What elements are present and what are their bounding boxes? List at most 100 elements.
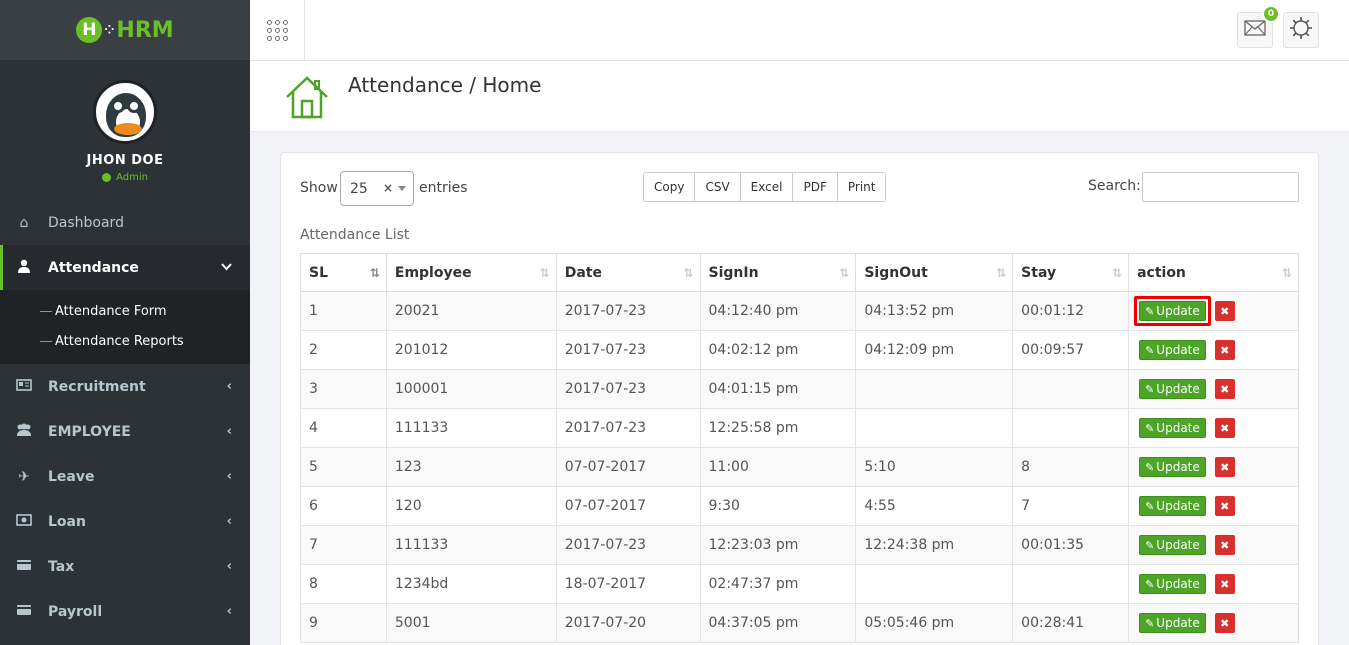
update-button[interactable]: ✎ Update <box>1139 613 1206 633</box>
sidebar-item-tax[interactable]: Tax ‹ <box>0 544 250 589</box>
sidebar-item-label: Loan <box>48 513 86 530</box>
settings-button[interactable] <box>1283 12 1319 48</box>
sidebar-item-payroll[interactable]: Payroll ‹ <box>0 589 250 634</box>
update-button[interactable]: ✎ Update <box>1139 496 1206 516</box>
update-button[interactable]: ✎ Update <box>1139 457 1206 477</box>
cell-signin: 9:30 <box>699 486 857 526</box>
column-header-sl[interactable]: SL ⇅ <box>300 253 387 292</box>
sidebar-item-label: Attendance <box>48 259 139 276</box>
update-button[interactable]: ✎ Update <box>1139 535 1206 555</box>
delete-button[interactable]: ✖ <box>1214 496 1235 516</box>
cell-sl: 7 <box>300 525 387 565</box>
column-header-signout[interactable]: SignOut ⇅ <box>855 253 1014 292</box>
cell-signin: 04:37:05 pm <box>699 603 857 643</box>
submenu-item-attendance-form[interactable]: Attendance Form <box>0 296 250 326</box>
sidebar-item-leave[interactable]: ✈ Leave ‹ <box>0 454 250 499</box>
update-button[interactable]: ✎ Update <box>1139 574 1206 594</box>
app-logo[interactable]: H ⁘ HRM <box>76 17 174 43</box>
cell-employee: 1234bd <box>385 564 557 604</box>
sort-icon: ⇅ <box>539 266 550 280</box>
attendance-table: SL ⇅ Employee ⇅ Date ⇅ SignIn ⇅ SignOut ⇅ Sta… <box>300 253 1299 643</box>
cell-signin: 02:47:37 pm <box>699 564 857 604</box>
delete-button[interactable]: ✖ <box>1214 301 1235 321</box>
update-button[interactable]: ✎ Update <box>1139 301 1206 321</box>
update-label: Update <box>1156 304 1200 318</box>
pencil-icon: ✎ <box>1145 499 1155 513</box>
attendance-submenu: Attendance Form Attendance Reports <box>0 290 250 364</box>
house-icon <box>284 74 330 124</box>
sidebar-item-dashboard[interactable]: ⌂ Dashboard <box>0 200 250 245</box>
search-input[interactable] <box>1142 172 1299 202</box>
excel-button[interactable]: Excel <box>740 173 794 201</box>
update-button[interactable]: ✎ Update <box>1139 379 1206 399</box>
sidebar-item-loan[interactable]: Loan ‹ <box>0 499 250 544</box>
update-button[interactable]: ✎ Update <box>1139 418 1206 438</box>
sidebar-item-label: Tax <box>48 558 75 575</box>
cell-signout: 5:10 <box>855 447 1014 487</box>
delete-button[interactable]: ✖ <box>1214 613 1235 633</box>
plane-icon: ✈ <box>18 468 30 485</box>
delete-button[interactable]: ✖ <box>1214 379 1235 399</box>
column-header-employee[interactable]: Employee ⇅ <box>385 253 557 292</box>
cell-stay <box>1012 408 1130 448</box>
entries-per-page-select[interactable]: 25 × <box>340 171 414 206</box>
show-label: Show <box>300 180 338 196</box>
delete-button[interactable]: ✖ <box>1214 418 1235 438</box>
close-icon: ✖ <box>1220 421 1230 435</box>
table-row: 7 111133 2017-07-23 12:23:03 pm 12:24:38 pm 0… <box>300 525 1299 565</box>
column-header-stay[interactable]: Stay ⇅ <box>1012 253 1130 292</box>
delete-button[interactable]: ✖ <box>1214 457 1235 477</box>
table-row: 2 201012 2017-07-23 04:02:12 pm 04:12:09 pm 0… <box>300 330 1299 370</box>
pdf-button[interactable]: PDF <box>793 173 838 201</box>
delete-button[interactable]: ✖ <box>1214 535 1235 555</box>
messages-button[interactable]: 0 <box>1237 5 1280 48</box>
submenu-item-label: Attendance Form <box>55 303 167 319</box>
envelope-icon <box>1244 20 1266 40</box>
chevron-left-icon: ‹ <box>226 604 232 619</box>
user-name: JHON DOE <box>86 153 164 168</box>
update-button-wrapper: ✎ Update <box>1134 335 1211 365</box>
sidebar-item-recruitment[interactable]: Recruitment ‹ <box>0 364 250 409</box>
sort-asc-icon: ⇅ <box>369 266 380 280</box>
column-header-date[interactable]: Date ⇅ <box>555 253 701 292</box>
submenu-item-attendance-reports[interactable]: Attendance Reports <box>0 326 250 356</box>
cell-date: 2017-07-23 <box>555 408 701 448</box>
apps-grid-button[interactable] <box>250 0 305 60</box>
user-role-label: Admin <box>116 172 148 183</box>
cell-action: ✎ Update ✖ <box>1128 447 1299 487</box>
logo-h-badge: H <box>76 17 103 43</box>
delete-button[interactable]: ✖ <box>1214 574 1235 594</box>
cell-date: 2017-07-23 <box>555 291 701 331</box>
dropdown-caret-icon <box>398 186 406 191</box>
column-header-action[interactable]: action ⇅ <box>1128 253 1299 292</box>
update-button-wrapper: ✎ Update <box>1134 491 1211 521</box>
column-header-signin[interactable]: SignIn ⇅ <box>699 253 857 292</box>
update-label: Update <box>1156 499 1200 513</box>
credit-card-icon <box>15 559 33 575</box>
print-button[interactable]: Print <box>837 173 886 201</box>
sort-icon: ⇅ <box>839 266 849 280</box>
update-label: Update <box>1156 343 1200 357</box>
user-profile: JHON DOE Admin <box>0 60 250 200</box>
close-icon: ✖ <box>1220 538 1230 552</box>
table-row: 8 1234bd 18-07-2017 02:47:37 pm ✎ Update ✖ <box>300 564 1299 604</box>
sidebar-item-employee[interactable]: EMPLOYEE ‹ <box>0 409 250 454</box>
cell-sl: 4 <box>300 408 387 448</box>
clear-selection-icon[interactable]: × <box>383 181 393 195</box>
cell-employee: 20021 <box>385 291 557 331</box>
cell-sl: 3 <box>300 369 387 409</box>
sort-icon: ⇅ <box>1112 266 1122 280</box>
csv-button[interactable]: CSV <box>695 173 741 201</box>
avatar[interactable] <box>93 80 157 144</box>
submenu-line <box>40 340 52 342</box>
chevron-down-icon <box>221 260 232 275</box>
update-button-wrapper: ✎ Update <box>1134 569 1211 599</box>
update-button[interactable]: ✎ Update <box>1139 340 1206 360</box>
chevron-left-icon: ‹ <box>226 514 232 529</box>
sidebar-item-attendance[interactable]: Attendance <box>0 245 250 290</box>
copy-button[interactable]: Copy <box>644 173 696 201</box>
close-icon: ✖ <box>1220 382 1230 396</box>
update-label: Update <box>1156 460 1200 474</box>
cell-sl: 5 <box>300 447 387 487</box>
delete-button[interactable]: ✖ <box>1214 340 1235 360</box>
